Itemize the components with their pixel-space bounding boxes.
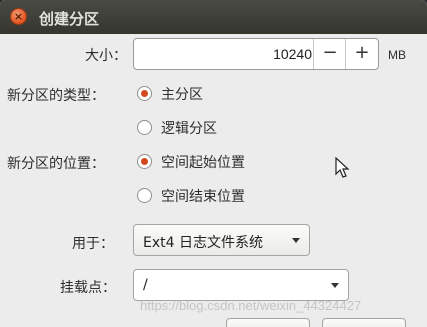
mount-point-combobox[interactable]: / [133,269,349,301]
mount-point-label: 挂载点： [60,280,116,296]
start-of-space-radio[interactable] [137,154,152,169]
chevron-down-icon [292,238,300,243]
size-input[interactable]: 10240 [273,46,312,62]
title-bar: × 创建分区 [0,0,427,34]
size-label: 大小： [85,48,127,64]
start-of-space-label[interactable]: 空间起始位置 [161,152,245,172]
partition-location-label: 新分区的位置： [7,156,105,172]
dialog-title: 创建分区 [39,10,100,28]
size-spinbox[interactable]: 10240 − + [133,38,379,70]
size-unit: MB [388,48,406,62]
end-of-space-radio[interactable] [137,188,152,203]
end-of-space-label[interactable]: 空间结束位置 [161,186,245,206]
filesystem-value: Ext4 日志文件系统 [143,235,263,251]
create-partition-dialog: × 创建分区 大小： 10240 − + MB 新分区的类型： 主分区 逻辑分区… [0,0,427,327]
add-button[interactable] [322,318,406,327]
use-as-label: 用于： [72,236,114,252]
partition-type-label: 新分区的类型： [7,88,105,104]
filesystem-select[interactable]: Ext4 日志文件系统 [133,224,310,256]
chevron-down-icon[interactable] [331,283,339,288]
decrement-button[interactable]: − [313,39,346,69]
cancel-button[interactable] [226,318,310,327]
watermark: https://blog.csdn.net/weixin_44324427 [140,298,362,313]
close-button[interactable]: × [10,8,27,25]
logical-partition-radio[interactable] [137,120,152,135]
increment-button[interactable]: + [345,39,378,69]
mount-point-input[interactable]: / [143,277,148,293]
primary-partition-radio[interactable] [137,86,152,101]
close-icon: × [13,10,24,23]
mouse-pointer-icon [335,157,350,178]
logical-partition-label[interactable]: 逻辑分区 [161,118,217,138]
primary-partition-label[interactable]: 主分区 [161,84,203,104]
